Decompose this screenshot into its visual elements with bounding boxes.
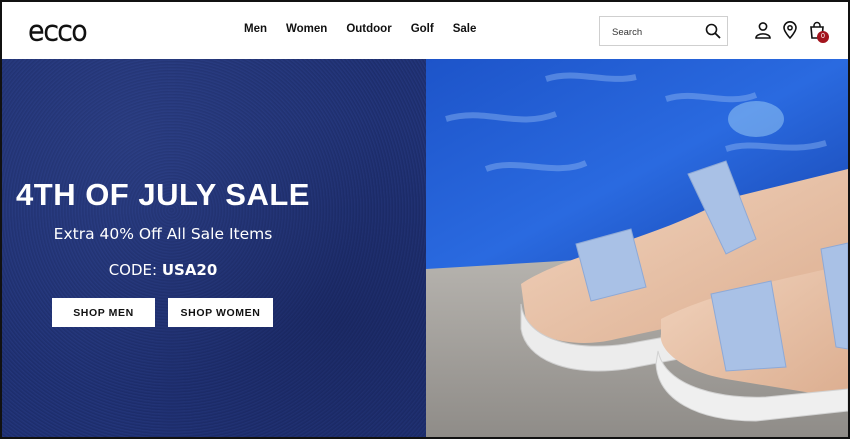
search-input[interactable] (612, 24, 702, 40)
nav-item-women[interactable]: Women (286, 23, 327, 35)
sale-title: 4TH OF JULY SALE (16, 177, 310, 212)
cart-count-badge: 0 (817, 31, 829, 43)
hero-textured-background (2, 59, 426, 437)
promo-code: CODE: USA20 (2, 261, 324, 279)
shop-men-button[interactable]: SHOP MEN (52, 298, 155, 327)
promo-code-label: CODE: (108, 261, 158, 279)
main-nav: Men Women Outdoor Golf Sale (244, 23, 495, 35)
sandals-photo (426, 59, 848, 437)
ecco-logo[interactable]: ecco (28, 16, 108, 46)
nav-item-men[interactable]: Men (244, 23, 267, 35)
search-icon[interactable] (705, 23, 721, 39)
svg-text:ecco: ecco (28, 16, 87, 46)
location-pin-icon[interactable] (781, 21, 799, 39)
hero-sandals-image (426, 59, 848, 437)
page-frame: ecco Men Women Outdoor Golf Sale Search … (0, 0, 850, 439)
user-icon[interactable] (754, 21, 772, 39)
nav-item-sale[interactable]: Sale (453, 23, 477, 35)
search-box (599, 16, 728, 46)
nav-item-golf[interactable]: Golf (411, 23, 434, 35)
nav-item-outdoor[interactable]: Outdoor (346, 23, 391, 35)
promo-code-value: USA20 (161, 261, 218, 279)
hero-banner: 4TH OF JULY SALE Extra 40% Off All Sale … (2, 59, 848, 437)
shop-women-button[interactable]: SHOP WOMEN (168, 298, 273, 327)
site-header: ecco Men Women Outdoor Golf Sale Search … (2, 2, 848, 59)
sale-subtitle: Extra 40% Off All Sale Items (53, 225, 273, 243)
